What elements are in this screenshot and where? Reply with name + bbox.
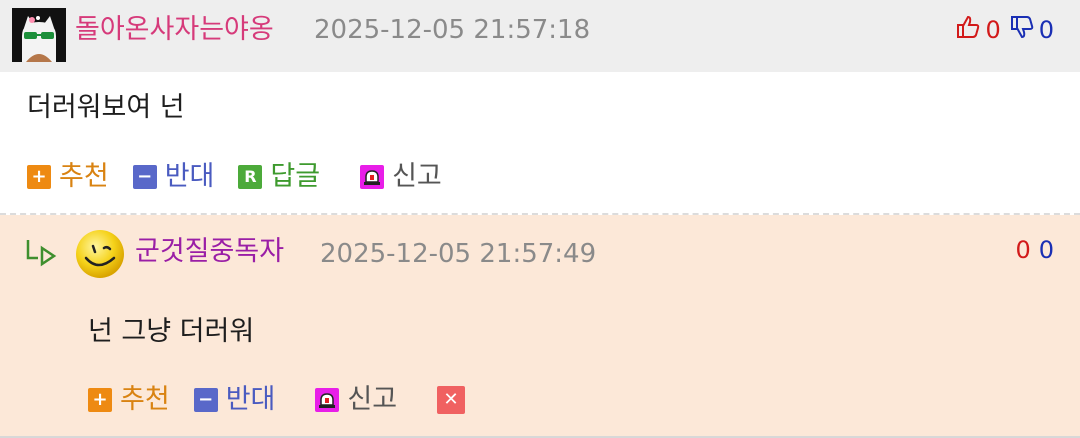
report-label: 신고: [392, 161, 442, 192]
recommend-label: 추천: [120, 384, 170, 415]
thumbs-down-icon: [1009, 14, 1035, 46]
minus-icon: −: [193, 388, 218, 412]
report-button[interactable]: 신고: [315, 380, 397, 420]
siren-icon: [360, 165, 385, 189]
oppose-button[interactable]: − 반대: [193, 380, 276, 420]
minus-icon: −: [132, 165, 157, 189]
comment-actions: + 추천 − 반대 신고 ✕: [88, 380, 497, 420]
thumbs-up-icon: [955, 14, 981, 46]
author-nickname[interactable]: 돌아온사자는야옹: [75, 12, 274, 48]
report-label: 신고: [347, 384, 398, 415]
reply-icon: R: [238, 165, 263, 189]
oppose-label: 반대: [164, 161, 215, 192]
close-icon: ✕: [437, 386, 466, 414]
avatar[interactable]: [12, 8, 66, 62]
comment-actions: + 추천 − 반대 R 답글 신고: [27, 157, 466, 197]
report-button[interactable]: 신고: [360, 157, 442, 197]
oppose-label: 반대: [225, 384, 276, 415]
comment-text: 더러워보여 넌: [27, 92, 185, 123]
comment-text: 넌 그냥 더러워: [88, 316, 255, 347]
recommend-label: 추천: [59, 161, 109, 192]
plus-icon: +: [88, 388, 112, 412]
siren-icon: [315, 388, 340, 412]
downvote-count: 0: [1038, 236, 1054, 264]
reply-button[interactable]: R 답글: [238, 157, 320, 197]
comment-timestamp: 2025-12-05 21:57:49: [320, 239, 597, 269]
reply-label: 답글: [270, 161, 321, 192]
downvote-count: 0: [1038, 16, 1054, 44]
author-nickname[interactable]: 군것질중독자: [135, 234, 284, 270]
oppose-button[interactable]: − 반대: [132, 157, 215, 197]
reply-arrow-icon: [24, 236, 60, 268]
vote-counts: 0 0: [1015, 232, 1054, 268]
avatar[interactable]: [74, 228, 126, 280]
plus-icon: +: [27, 165, 51, 189]
vote-counts: 0 0: [955, 12, 1054, 48]
upvote-count: 0: [1015, 236, 1031, 264]
upvote-count: 0: [985, 16, 1001, 44]
recommend-button[interactable]: + 추천: [27, 157, 109, 197]
recommend-button[interactable]: + 추천: [88, 380, 170, 420]
delete-button[interactable]: ✕: [437, 386, 473, 414]
comment-timestamp: 2025-12-05 21:57:18: [314, 15, 591, 45]
